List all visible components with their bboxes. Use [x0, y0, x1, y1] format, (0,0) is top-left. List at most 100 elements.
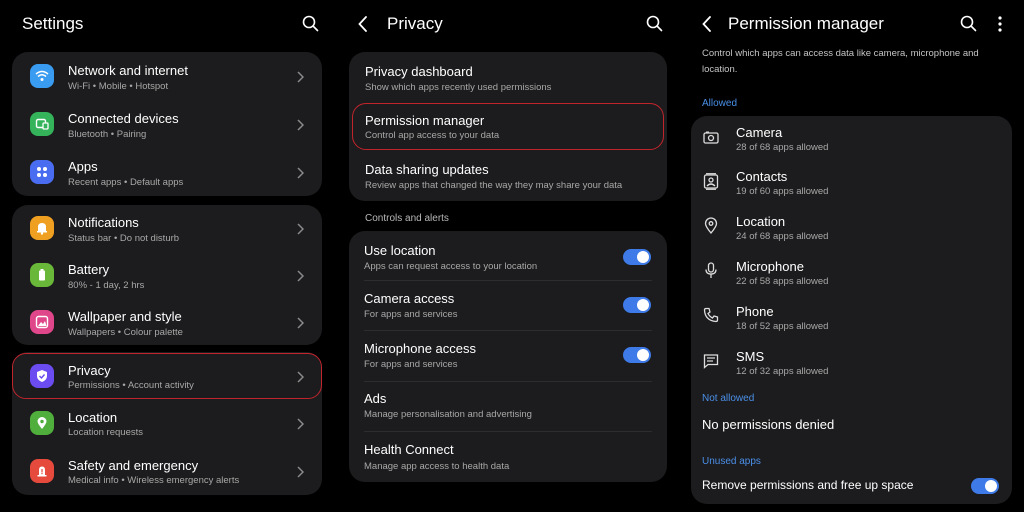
- permission-item-sms[interactable]: SMS 12 of 32 apps allowed: [691, 341, 1012, 386]
- settings-item-connected-devices[interactable]: Connected devices Bluetooth • Pairing: [12, 100, 322, 148]
- description-line-1: Control which apps can access data like …: [702, 48, 979, 59]
- permission-title: Phone: [736, 304, 774, 319]
- settings-item-title: Battery: [68, 262, 110, 277]
- item-title: Camera access: [364, 291, 455, 306]
- search-icon[interactable]: [646, 15, 663, 32]
- item-title: Health Connect: [364, 442, 454, 457]
- connected-devices-icon: [30, 112, 54, 136]
- item-subtitle: For apps and services: [364, 359, 458, 370]
- location-pin-icon: [30, 411, 54, 435]
- health-connect-item[interactable]: Health Connect Manage app access to heal…: [349, 432, 667, 482]
- settings-item-subtitle: Location requests: [68, 427, 143, 438]
- microphone-icon: [705, 262, 717, 279]
- privacy-dashboard-item[interactable]: Privacy dashboard Show which apps recent…: [349, 52, 667, 102]
- item-title: Ads: [364, 391, 387, 406]
- settings-header: Settings: [0, 0, 336, 48]
- settings-item-subtitle: Wi-Fi • Mobile • Hotspot: [68, 81, 169, 92]
- page-title: Settings: [22, 14, 84, 33]
- item-title: Data sharing updates: [365, 162, 489, 177]
- settings-group-connectivity: Network and internet Wi-Fi • Mobile • Ho…: [12, 52, 322, 196]
- unused-apps-section-header: Unused apps: [702, 456, 761, 467]
- item-subtitle: Review apps that changed the way they ma…: [365, 180, 623, 191]
- camera-access-item[interactable]: Camera access For apps and services: [349, 281, 667, 330]
- settings-item-subtitle: Medical info • Wireless emergency alerts: [68, 475, 240, 486]
- settings-group-personalization: Notifications Status bar • Do not distur…: [12, 205, 322, 345]
- page-title: Privacy: [387, 14, 443, 33]
- item-title: Microphone access: [364, 341, 476, 356]
- item-title: Privacy dashboard: [365, 64, 473, 79]
- emergency-icon: [30, 459, 54, 483]
- settings-item-subtitle: Status bar • Do not disturb: [68, 233, 180, 244]
- more-options-icon[interactable]: [998, 16, 1002, 32]
- remove-permissions-item[interactable]: Remove permissions and free up space: [691, 474, 1012, 502]
- back-arrow-icon[interactable]: [702, 16, 712, 32]
- phone-icon: [703, 307, 719, 323]
- use-location-toggle[interactable]: [623, 249, 651, 265]
- permission-item-camera[interactable]: Camera 28 of 68 apps allowed: [691, 116, 1012, 161]
- permission-item-contacts[interactable]: Contacts 19 of 60 apps allowed: [691, 161, 1012, 206]
- microphone-access-item[interactable]: Microphone access For apps and services: [349, 331, 667, 381]
- battery-icon: [30, 263, 54, 287]
- remove-permissions-toggle[interactable]: [971, 478, 999, 494]
- settings-item-network[interactable]: Network and internet Wi-Fi • Mobile • Ho…: [12, 52, 322, 100]
- bell-icon: [30, 216, 54, 240]
- microphone-access-toggle[interactable]: [623, 347, 651, 363]
- chevron-right-icon: [297, 316, 305, 334]
- permission-manager-highlight: [352, 103, 664, 150]
- camera-access-toggle[interactable]: [623, 297, 651, 313]
- settings-item-apps[interactable]: Apps Recent apps • Default apps: [12, 148, 322, 196]
- settings-item-subtitle: Bluetooth • Pairing: [68, 129, 147, 140]
- ads-item[interactable]: Ads Manage personalisation and advertisi…: [349, 382, 667, 431]
- permission-title: Camera: [736, 125, 783, 140]
- item-subtitle: Manage personalisation and advertising: [364, 409, 532, 420]
- permission-subtitle: 28 of 68 apps allowed: [736, 142, 829, 153]
- permission-subtitle: 22 of 58 apps allowed: [736, 276, 829, 287]
- page-title: Permission manager: [728, 14, 884, 33]
- item-subtitle: For apps and services: [364, 309, 458, 320]
- search-icon[interactable]: [960, 15, 977, 32]
- permission-subtitle: 19 of 60 apps allowed: [736, 186, 829, 197]
- settings-item-title: Location: [68, 410, 118, 425]
- permission-item-phone[interactable]: Phone 18 of 52 apps allowed: [691, 296, 1012, 341]
- data-sharing-updates-item[interactable]: Data sharing updates Review apps that ch…: [349, 152, 667, 201]
- item-title: Use location: [364, 243, 436, 258]
- settings-item-subtitle: Wallpapers • Colour palette: [68, 327, 183, 338]
- privacy-screen: Privacy Privacy dashboard Show which app…: [340, 0, 680, 512]
- camera-icon: [703, 130, 719, 144]
- chevron-right-icon: [297, 166, 305, 184]
- permission-manager-header: Permission manager: [684, 0, 1024, 48]
- permission-item-microphone[interactable]: Microphone 22 of 58 apps allowed: [691, 251, 1012, 296]
- permission-item-location[interactable]: Location 24 of 68 apps allowed: [691, 206, 1012, 251]
- sms-icon: [703, 353, 719, 369]
- permissions-card: Camera 28 of 68 apps allowed Contacts 19…: [691, 116, 1012, 504]
- contacts-icon: [703, 173, 719, 190]
- item-subtitle: Manage app access to health data: [364, 461, 510, 472]
- chevron-right-icon: [297, 222, 305, 240]
- settings-item-safety[interactable]: Safety and emergency Medical info • Wire…: [12, 447, 322, 495]
- settings-item-title: Apps: [68, 159, 98, 174]
- chevron-right-icon: [297, 417, 305, 435]
- controls-card: Use location Apps can request access to …: [349, 231, 667, 482]
- chevron-right-icon: [297, 118, 305, 136]
- permission-subtitle: 18 of 52 apps allowed: [736, 321, 829, 332]
- permission-title: Contacts: [736, 169, 788, 184]
- settings-item-battery[interactable]: Battery 80% - 1 day, 2 hrs: [12, 252, 322, 299]
- settings-item-notifications[interactable]: Notifications Status bar • Do not distur…: [12, 205, 322, 252]
- section-header: Controls and alerts: [365, 213, 449, 224]
- search-icon[interactable]: [302, 15, 319, 32]
- settings-item-wallpaper[interactable]: Wallpaper and style Wallpapers • Colour …: [12, 299, 322, 345]
- settings-item-subtitle: Recent apps • Default apps: [68, 177, 184, 188]
- permission-subtitle: 24 of 68 apps allowed: [736, 231, 829, 242]
- use-location-item[interactable]: Use location Apps can request access to …: [349, 231, 667, 280]
- privacy-highlight: [12, 353, 322, 399]
- settings-item-location[interactable]: Location Location requests: [12, 399, 322, 447]
- settings-item-title: Connected devices: [68, 111, 179, 126]
- wifi-icon: [30, 64, 54, 88]
- back-arrow-icon[interactable]: [358, 16, 368, 32]
- settings-screen: Settings Network and internet Wi-Fi • Mo…: [0, 0, 336, 512]
- description-line-2: location.: [702, 64, 738, 75]
- privacy-header: Privacy: [340, 0, 680, 48]
- permission-title: Location: [736, 214, 786, 229]
- wallpaper-icon: [30, 310, 54, 334]
- settings-item-subtitle: 80% - 1 day, 2 hrs: [68, 280, 145, 291]
